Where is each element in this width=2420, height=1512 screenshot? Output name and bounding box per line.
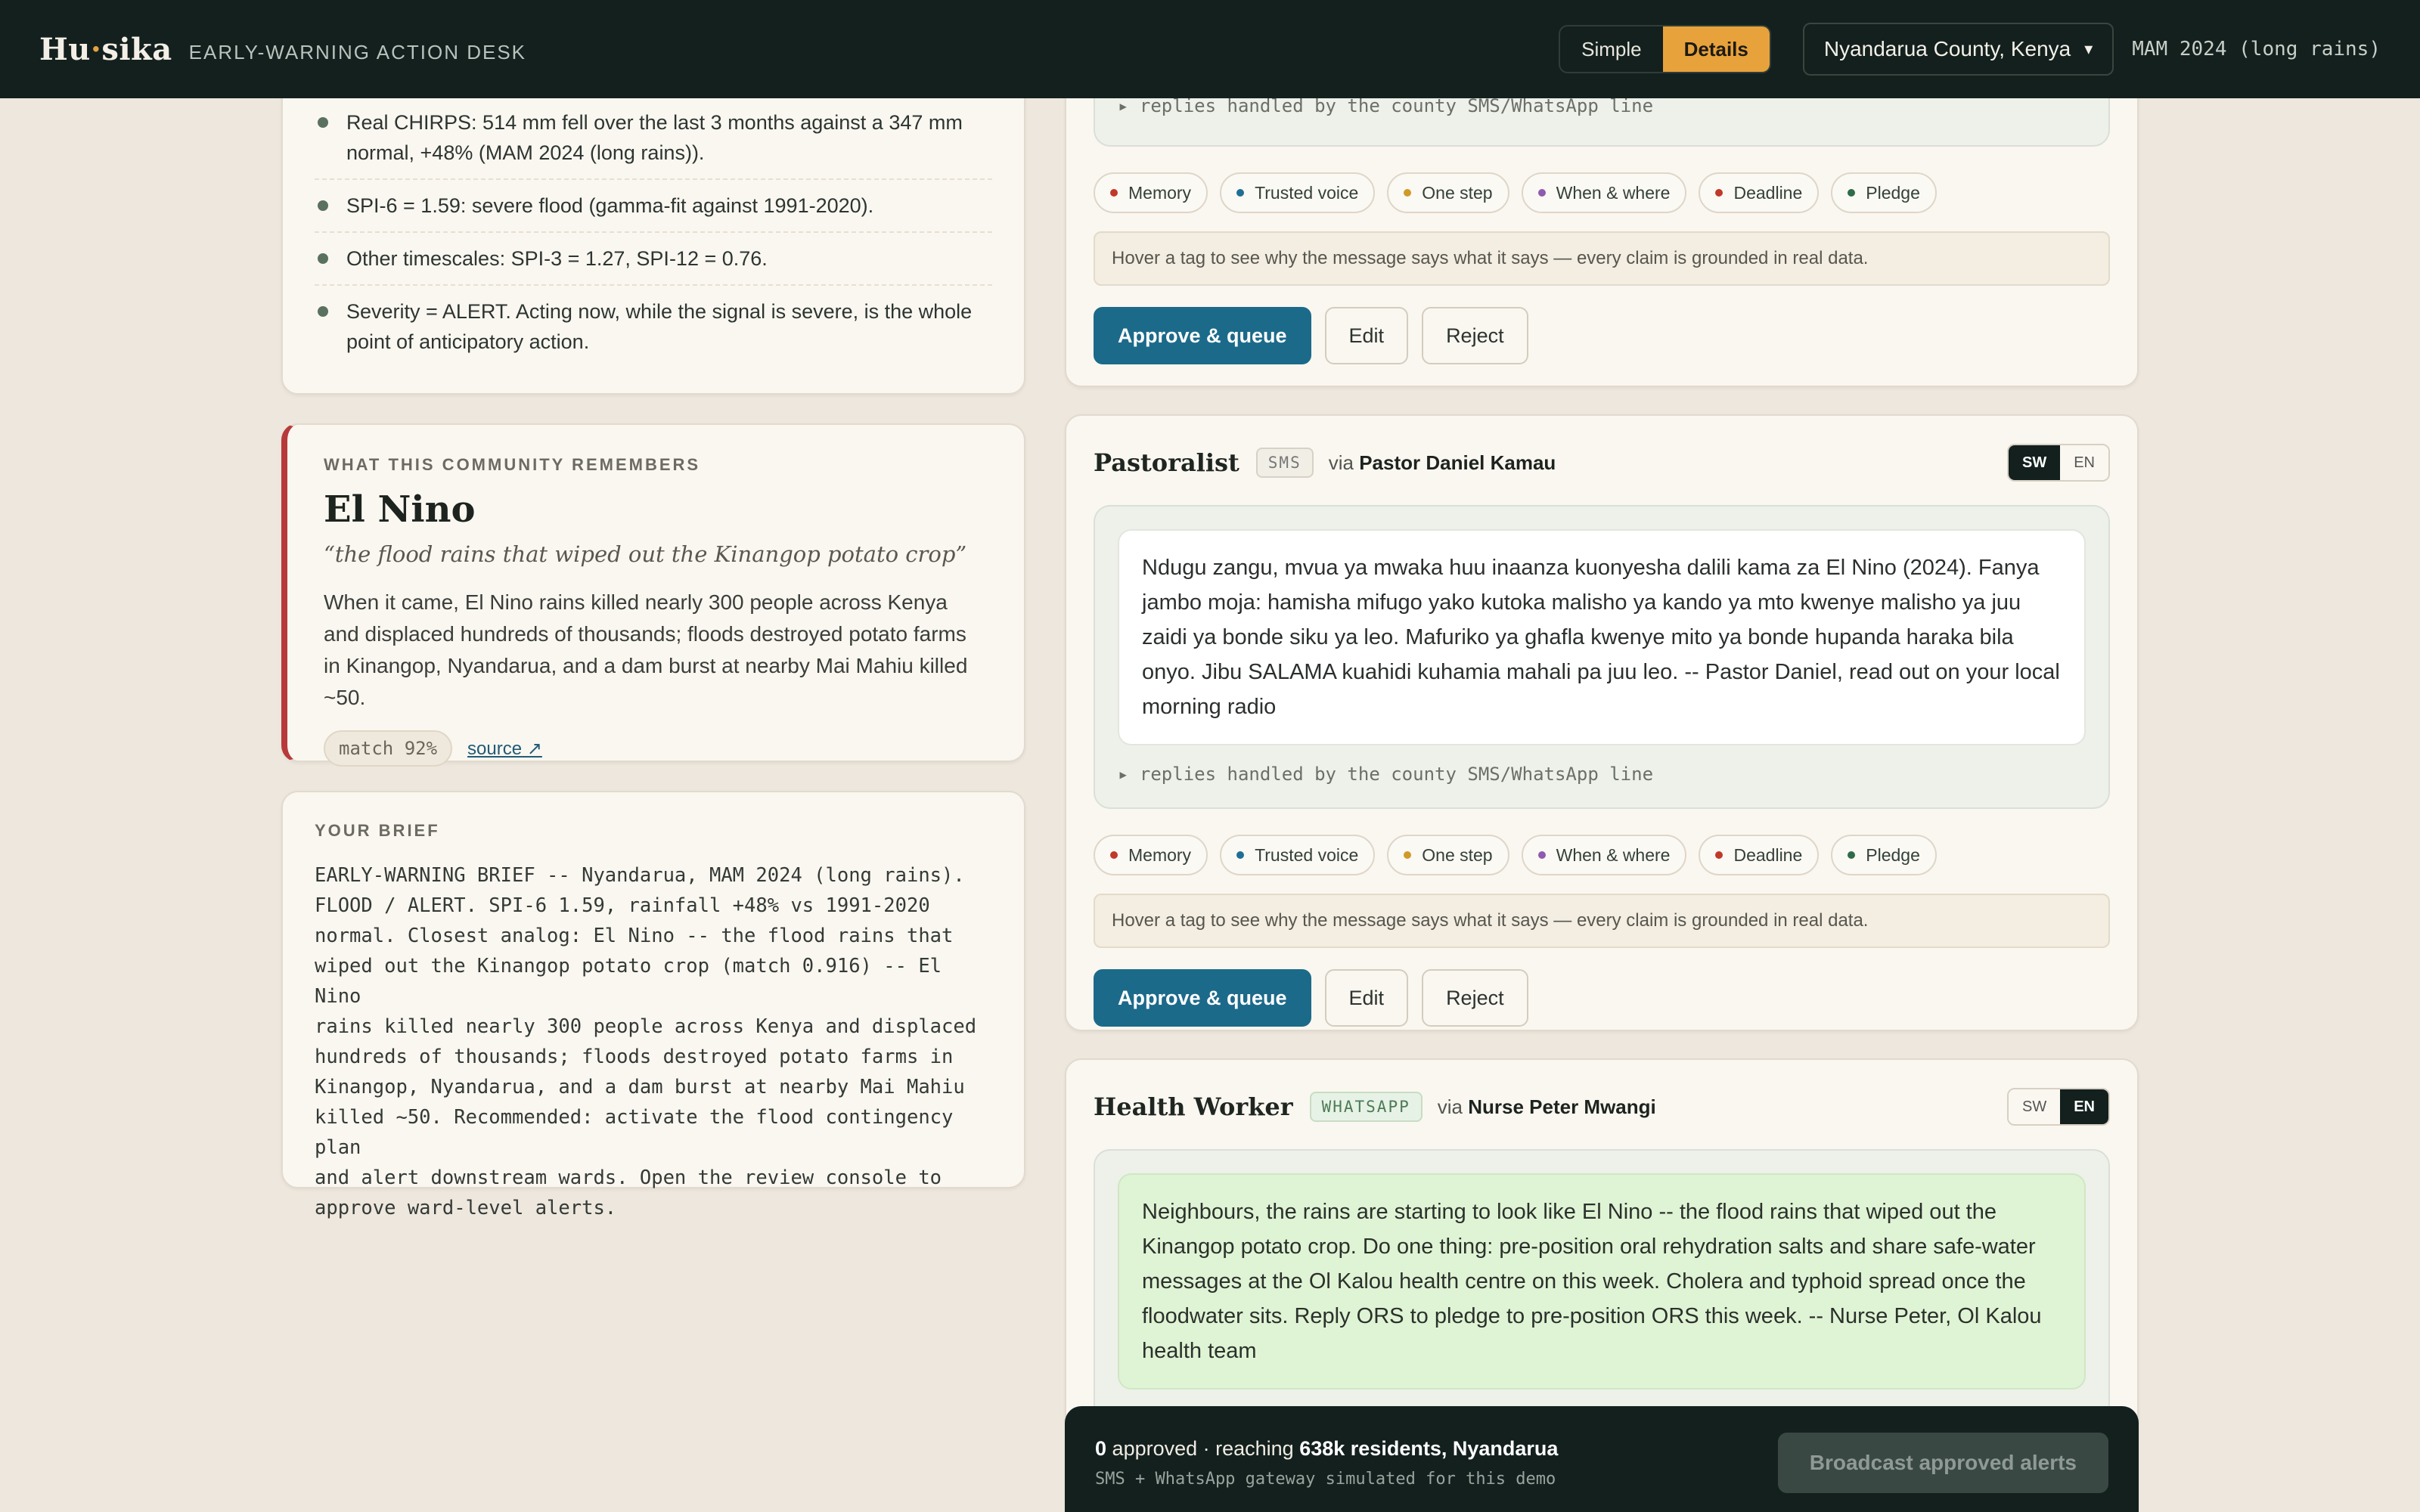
messenger-label: via Pastor Daniel Kamau <box>1328 451 1556 474</box>
view-mode-toggle: Simple Details <box>1559 25 1771 73</box>
tag-row: Memory Trusted voice One step When & whe… <box>1094 835 2110 875</box>
memory-kicker: WHAT THIS COMMUNITY REMEMBERS <box>324 455 701 474</box>
message-text[interactable]: Neighbours, the rains are starting to lo… <box>1118 1173 2086 1390</box>
approve-button[interactable]: Approve & queue <box>1094 969 1311 1027</box>
top-bar: Hu·sika EARLY-WARNING ACTION DESK Simple… <box>0 0 2420 98</box>
tag-deadline[interactable]: Deadline <box>1699 172 1820 213</box>
dot-icon <box>1537 189 1546 197</box>
dot-icon <box>1848 851 1856 859</box>
tag-hint: Hover a tag to see why the message says … <box>1094 231 2110 286</box>
message-card-pastoralist: Pastoralist SMS via Pastor Daniel Kamau … <box>1065 414 2139 1031</box>
region-select-value: Nyandarua County, Kenya <box>1823 37 2071 60</box>
brief-card: YOUR BRIEF EARLY-WARNING BRIEF -- Nyanda… <box>281 791 1025 1219</box>
tag-one-step[interactable]: One step <box>1387 835 1509 875</box>
tag-memory[interactable]: Memory <box>1094 172 1208 213</box>
lang-en-button[interactable]: EN <box>2060 445 2108 480</box>
dot-icon <box>1848 189 1856 197</box>
bullet-icon <box>318 253 328 264</box>
tag-pledge[interactable]: Pledge <box>1831 172 1937 213</box>
bullet-icon <box>318 200 328 211</box>
chevron-down-icon: ▾ <box>2084 39 2093 58</box>
brief-kicker: YOUR BRIEF <box>315 821 440 840</box>
gateway-note: SMS + WhatsApp gateway simulated for thi… <box>1095 1470 1556 1489</box>
audience-role: Pastoralist <box>1094 448 1239 477</box>
replies-note: ▸ replies handled by the county SMS/What… <box>1118 764 1654 785</box>
messenger-label: via Nurse Peter Mwangi <box>1437 1095 1656 1118</box>
dot-icon <box>1537 851 1546 859</box>
tag-trusted-voice[interactable]: Trusted voice <box>1220 172 1376 213</box>
message-text[interactable]: Ndugu zangu, mvua ya mwaka huu inaanza k… <box>1118 529 2086 745</box>
match-badge: match 92% <box>324 730 453 767</box>
audience-role: Health Worker <box>1094 1092 1293 1121</box>
brief-text: EARLY-WARNING BRIEF -- Nyandarua, MAM 20… <box>315 864 977 1219</box>
dot-icon <box>1110 189 1118 197</box>
fact-item: Real CHIRPS: 514 mm fell over the last 3… <box>315 97 992 180</box>
memory-title: El Nino <box>324 488 476 531</box>
tag-pledge[interactable]: Pledge <box>1831 835 1937 875</box>
lang-en-button[interactable]: EN <box>2060 1089 2108 1124</box>
region-select[interactable]: Nyandarua County, Kenya ▾ <box>1802 23 2114 76</box>
facts-card: Real CHIRPS: 514 mm fell over the last 3… <box>281 73 1025 395</box>
bullet-icon <box>318 306 328 317</box>
language-toggle: SW EN <box>2006 1088 2110 1126</box>
approval-summary: 0 approved · reaching 638k residents, Ny… <box>1095 1437 1559 1460</box>
season-label: MAM 2024 (long rains) <box>2132 38 2381 60</box>
tag-when-where[interactable]: When & where <box>1521 172 1687 213</box>
dot-icon <box>1404 851 1412 859</box>
approve-button[interactable]: Approve & queue <box>1094 307 1311 364</box>
message-card-top: ▸ replies handled by the county SMS/What… <box>1065 73 2139 387</box>
reject-button[interactable]: Reject <box>1422 969 1528 1027</box>
lang-sw-button[interactable]: SW <box>2008 445 2061 480</box>
dot-icon <box>1404 189 1412 197</box>
dot-icon <box>1715 851 1723 859</box>
fact-item: Other timescales: SPI-3 = 1.27, SPI-12 =… <box>315 233 992 286</box>
bullet-icon <box>318 117 328 128</box>
edit-button[interactable]: Edit <box>1324 307 1409 364</box>
language-toggle: SW EN <box>2006 444 2110 482</box>
memory-body: When it came, El Nino rains killed nearl… <box>324 590 968 709</box>
mode-simple-button[interactable]: Simple <box>1560 26 1662 72</box>
tag-deadline[interactable]: Deadline <box>1699 835 1820 875</box>
dot-icon <box>1236 851 1245 859</box>
broadcast-button[interactable]: Broadcast approved alerts <box>1777 1433 2108 1493</box>
dot-icon <box>1715 189 1723 197</box>
broadcast-bar: 0 approved · reaching 638k residents, Ny… <box>1065 1406 2139 1512</box>
fact-item: SPI-6 = 1.59: severe flood (gamma-fit ag… <box>315 180 992 233</box>
reject-button[interactable]: Reject <box>1422 307 1528 364</box>
fact-item: Severity = ALERT. Acting now, while the … <box>315 286 992 367</box>
lang-sw-button[interactable]: SW <box>2008 1089 2061 1124</box>
tag-when-where[interactable]: When & where <box>1521 835 1687 875</box>
source-link[interactable]: source ↗ <box>467 738 542 760</box>
tag-hint: Hover a tag to see why the message says … <box>1094 894 2110 948</box>
tag-memory[interactable]: Memory <box>1094 835 1208 875</box>
tag-row: Memory Trusted voice One step When & whe… <box>1094 172 2110 213</box>
app-subtitle: EARLY-WARNING ACTION DESK <box>188 40 527 64</box>
edit-button[interactable]: Edit <box>1324 969 1409 1027</box>
tag-one-step[interactable]: One step <box>1387 172 1509 213</box>
channel-badge: SMS <box>1255 448 1314 478</box>
dot-icon <box>1236 189 1245 197</box>
replies-note: ▸ replies handled by the county SMS/What… <box>1118 95 1654 116</box>
dot-icon <box>1110 851 1118 859</box>
channel-badge: WHATSAPP <box>1309 1092 1423 1122</box>
memory-quote: “the flood rains that wiped out the Kina… <box>324 541 967 567</box>
mode-details-button[interactable]: Details <box>1662 26 1770 72</box>
app-logo: Hu·sika <box>39 31 172 67</box>
message-box: Ndugu zangu, mvua ya mwaka huu inaanza k… <box>1094 505 2110 809</box>
tag-trusted-voice[interactable]: Trusted voice <box>1220 835 1376 875</box>
community-memory-card: WHAT THIS COMMUNITY REMEMBERS El Nino “t… <box>281 423 1025 767</box>
